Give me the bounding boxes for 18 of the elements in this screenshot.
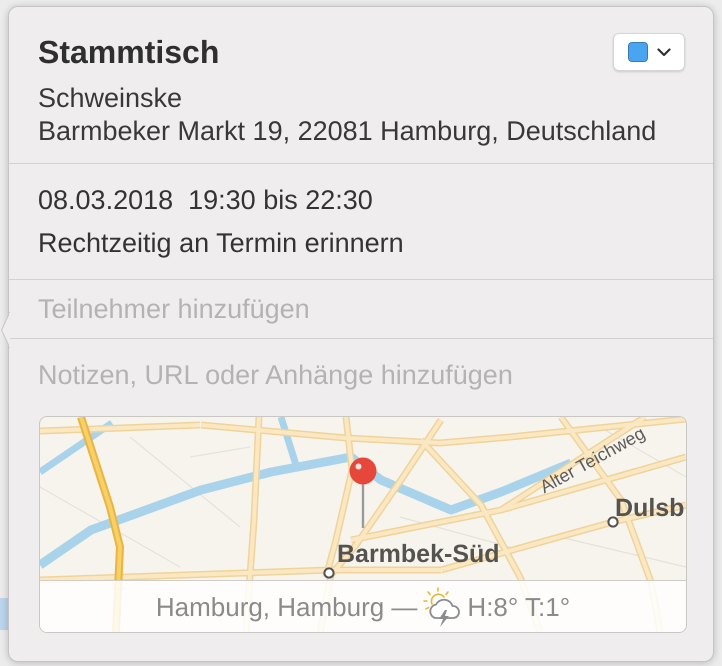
calendar-event-block — [0, 598, 8, 630]
chevron-down-icon — [656, 48, 670, 56]
invitees-field[interactable]: Teilnehmer hinzufügen — [38, 293, 685, 326]
location-name: Schweinske — [38, 82, 184, 115]
calendar-color-button[interactable] — [613, 33, 685, 71]
weather-temperatures: H:8° T:1° — [467, 590, 570, 622]
place-marker-icon — [323, 567, 335, 579]
weather-location: Hamburg, Hamburg — — [156, 590, 418, 622]
event-date-time: 08.03.2018 19:30 bis 22:30 — [38, 184, 374, 217]
map-pin-icon — [349, 457, 377, 529]
district-label: Dulsb — [615, 493, 684, 523]
notes-field[interactable]: Notizen, URL oder Anhänge hinzufügen — [38, 359, 686, 392]
location-address: Barmbeker Markt 19, 22081 Hamburg, Deutschland — [38, 115, 658, 148]
weather-icon — [422, 586, 462, 626]
alert-setting: Rechtzeitig an Termin erinnern — [38, 227, 405, 260]
event-title: Stammtisch — [38, 33, 220, 72]
district-label: Barmbek-Süd — [337, 539, 500, 569]
place-marker-icon — [607, 516, 619, 528]
